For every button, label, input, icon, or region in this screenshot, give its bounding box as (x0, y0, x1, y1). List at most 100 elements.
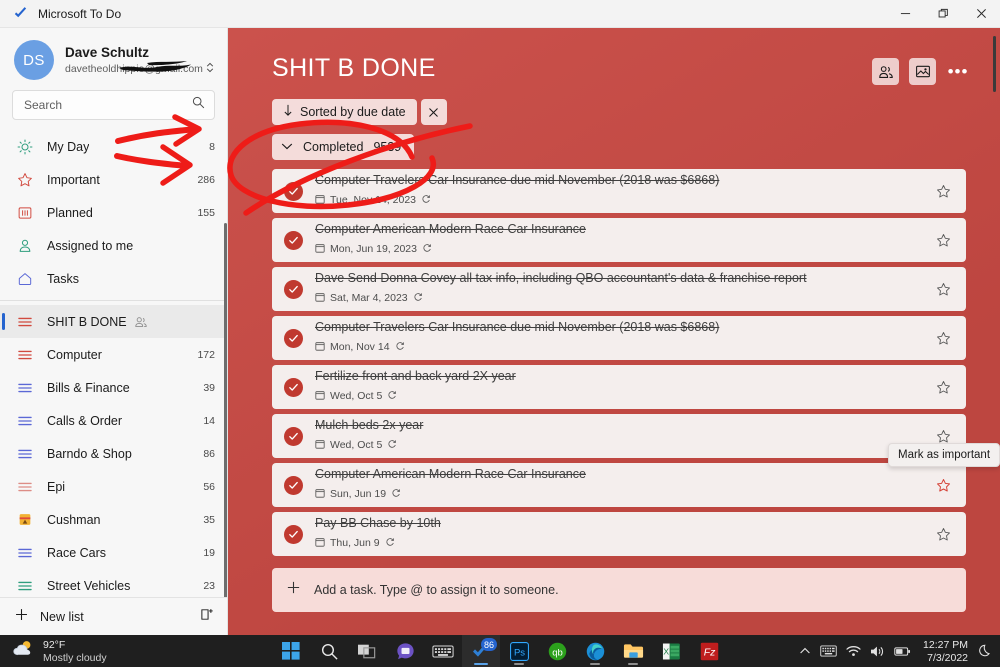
add-task-placeholder: Add a task. Type @ to assign it to someo… (314, 583, 559, 597)
task-checkbox-checked[interactable] (284, 377, 303, 397)
clock-time: 12:27 PM (923, 638, 968, 651)
sidebar-item-tasks[interactable]: Tasks (0, 262, 227, 295)
emoji-list-icon (14, 512, 36, 527)
task-view-button[interactable] (348, 635, 386, 667)
task-row[interactable]: Computer Travelers Car Insurance due mid… (272, 316, 966, 360)
search-button[interactable] (310, 635, 348, 667)
share-list-icon[interactable] (872, 58, 899, 85)
completed-label: Completed (303, 140, 364, 154)
task-row[interactable]: Mulch beds 2x year Wed, Oct 5 (272, 414, 966, 458)
microsoft-todo-taskbar[interactable]: 86 (462, 635, 500, 667)
sidebar-item-label: Street Vehicles (47, 578, 131, 593)
task-checkbox-checked[interactable] (284, 475, 303, 495)
more-options-icon[interactable]: ••• (946, 60, 970, 84)
excel-taskbar[interactable]: X (652, 635, 690, 667)
mark-as-important-star[interactable] (933, 328, 953, 348)
task-list-scrollbar[interactable] (993, 36, 996, 92)
sidebar-scrollbar[interactable] (224, 223, 227, 597)
person-icon (14, 238, 36, 254)
sidebar-item-planned[interactable]: Planned 155 (0, 196, 227, 229)
list-icon (14, 381, 36, 395)
sidebar-item-label: Race Cars (47, 545, 107, 560)
mark-as-important-star[interactable] (933, 279, 953, 299)
sidebar: DS Dave Schultz davetheoldhippie@gmail.c… (0, 28, 228, 635)
wifi-icon[interactable] (846, 645, 861, 657)
sidebar-item-barndo-shop[interactable]: Barndo & Shop 86 (0, 437, 227, 470)
edge-taskbar[interactable] (576, 635, 614, 667)
quickbooks-taskbar[interactable]: qb (538, 635, 576, 667)
task-row[interactable]: Dave Send Donna Covey all tax info, incl… (272, 267, 966, 311)
photoshop-taskbar[interactable]: Ps (500, 635, 538, 667)
task-due-date: Tue, Nov 14, 2023 (330, 194, 416, 206)
new-list-button[interactable]: New list (0, 597, 227, 635)
task-row[interactable]: Computer American Modern Race Car Insura… (272, 463, 966, 507)
calendar-icon (315, 387, 325, 405)
sidebar-item-assigned-to-me[interactable]: Assigned to me (0, 229, 227, 262)
calendar-icon (315, 534, 325, 552)
task-row[interactable]: Computer Travelers Car Insurance due mid… (272, 169, 966, 213)
sidebar-item-epi[interactable]: Epi 56 (0, 470, 227, 503)
search-input[interactable]: Search (12, 90, 215, 120)
do-not-disturb-moon-icon[interactable] (979, 644, 992, 658)
keyboard-icon[interactable] (820, 645, 837, 657)
account-profile[interactable]: DS Dave Schultz davetheoldhippie@gmail.c… (0, 28, 227, 88)
task-due-date: Mon, Jun 19, 2023 (330, 243, 417, 255)
task-row[interactable]: Pay BB Chase by 10th Thu, Jun 9 (272, 512, 966, 556)
task-title: Dave Send Donna Covey all tax info, incl… (315, 271, 807, 285)
add-task-input[interactable]: Add a task. Type @ to assign it to someo… (272, 568, 966, 612)
sidebar-item-my-day[interactable]: My Day 8 (0, 130, 227, 163)
calendar-icon (315, 240, 325, 258)
completed-group-toggle[interactable]: Completed 9539 (272, 134, 415, 160)
sidebar-item-cushman[interactable]: Cushman 35 (0, 503, 227, 536)
sidebar-item-race-cars[interactable]: Race Cars 19 (0, 536, 227, 569)
taskbar-clock[interactable]: 12:27 PM 7/3/2022 (923, 638, 968, 665)
calendar-icon (315, 289, 325, 307)
sidebar-list-scroll[interactable]: My Day 8 Important 286 Planned 155 Assig… (0, 128, 227, 597)
sidebar-item-label: Calls & Order (47, 413, 123, 428)
chat-button[interactable] (386, 635, 424, 667)
task-due-date: Sun, Jun 19 (330, 488, 387, 500)
start-button[interactable] (272, 635, 310, 667)
battery-icon[interactable] (894, 646, 911, 657)
sidebar-item-computer[interactable]: Computer 172 (0, 338, 227, 371)
sidebar-item-label: Epi (47, 479, 66, 494)
mark-as-important-star[interactable] (933, 475, 953, 495)
sidebar-item-label: Cushman (47, 512, 101, 527)
close-button[interactable] (962, 0, 1000, 28)
clear-sort-button[interactable] (420, 99, 447, 125)
task-row[interactable]: Computer American Modern Race Car Insura… (272, 218, 966, 262)
weather-widget[interactable]: 92°F Mostly cloudy (12, 638, 107, 665)
file-explorer-taskbar[interactable] (614, 635, 652, 667)
volume-icon[interactable] (870, 645, 885, 658)
task-checkbox-checked[interactable] (284, 279, 303, 299)
task-checkbox-checked[interactable] (284, 524, 303, 544)
touch-keyboard-button[interactable] (424, 635, 462, 667)
sidebar-item-important[interactable]: Important 286 (0, 163, 227, 196)
new-group-icon[interactable] (200, 607, 215, 627)
mark-as-important-star[interactable] (933, 377, 953, 397)
sidebar-item-shit-b-done[interactable]: SHIT B DONE (0, 305, 227, 338)
task-checkbox-checked[interactable] (284, 230, 303, 250)
task-checkbox-checked[interactable] (284, 181, 303, 201)
task-checkbox-checked[interactable] (284, 328, 303, 348)
repeat-icon (413, 289, 423, 307)
sidebar-item-street-vehicles[interactable]: Street Vehicles 23 (0, 569, 227, 597)
task-checkbox-checked[interactable] (284, 426, 303, 446)
background-theme-icon[interactable] (909, 58, 936, 85)
mark-as-important-star[interactable] (933, 181, 953, 201)
sort-chip[interactable]: Sorted by due date (272, 99, 417, 125)
list-icon (14, 480, 36, 494)
home-icon (14, 271, 36, 287)
restore-button[interactable] (924, 0, 962, 28)
mark-as-important-star[interactable] (933, 230, 953, 250)
todo-check-logo-icon (12, 6, 28, 22)
sidebar-item-calls-order[interactable]: Calls & Order 14 (0, 404, 227, 437)
sidebar-item-bills-finance[interactable]: Bills & Finance 39 (0, 371, 227, 404)
calendar-icon (315, 436, 325, 454)
chevron-up-icon[interactable] (799, 645, 811, 657)
filezilla-taskbar[interactable]: Fz (690, 635, 728, 667)
task-row[interactable]: Fertilize front and back yard 2X year We… (272, 365, 966, 409)
mark-as-important-star[interactable] (933, 524, 953, 544)
minimize-button[interactable] (886, 0, 924, 28)
sidebar-item-count: 23 (203, 579, 215, 592)
